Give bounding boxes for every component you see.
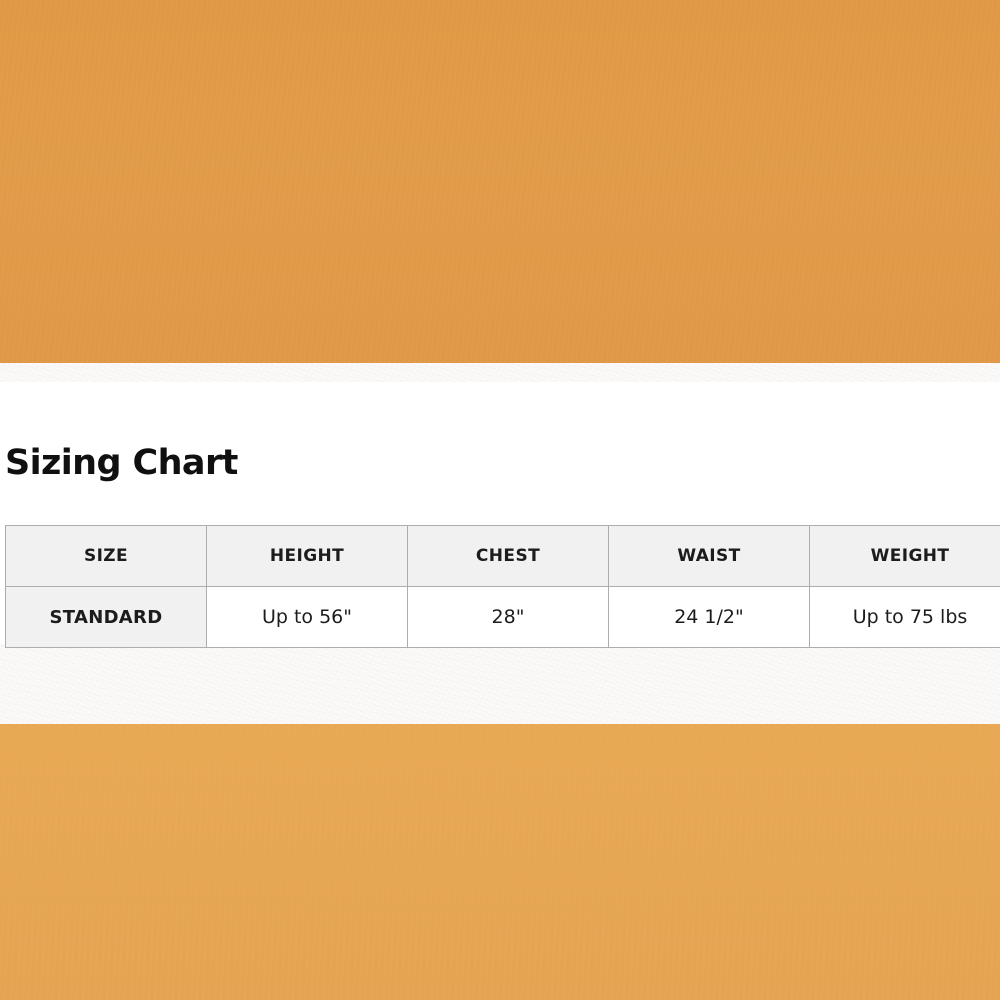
sizing-table: SIZE HEIGHT CHEST WAIST WEIGHT STANDARD … (5, 525, 1000, 648)
column-header-height: HEIGHT (206, 525, 408, 587)
cell-height: Up to 56" (206, 586, 408, 648)
cell-size: STANDARD (5, 586, 207, 648)
sizing-chart-section: Sizing Chart SIZE HEIGHT CHEST WAIST WEI… (0, 363, 1000, 724)
page-root: Sizing Chart SIZE HEIGHT CHEST WAIST WEI… (0, 0, 1000, 1000)
bottom-orange-band (0, 724, 1000, 1000)
column-header-size: SIZE (5, 525, 207, 587)
column-header-waist: WAIST (608, 525, 810, 587)
cell-chest: 28" (407, 586, 609, 648)
cell-waist: 24 1/2" (608, 586, 810, 648)
sizing-table-wrapper: SIZE HEIGHT CHEST WAIST WEIGHT STANDARD … (5, 525, 1000, 648)
cell-weight: Up to 75 lbs (809, 586, 1000, 648)
page-title: Sizing Chart (5, 443, 238, 483)
column-header-weight: WEIGHT (809, 525, 1000, 587)
table-row: STANDARD Up to 56" 28" 24 1/2" Up to 75 … (5, 586, 1000, 648)
column-header-chest: CHEST (407, 525, 609, 587)
top-orange-band (0, 0, 1000, 363)
table-header-row: SIZE HEIGHT CHEST WAIST WEIGHT (5, 525, 1000, 587)
